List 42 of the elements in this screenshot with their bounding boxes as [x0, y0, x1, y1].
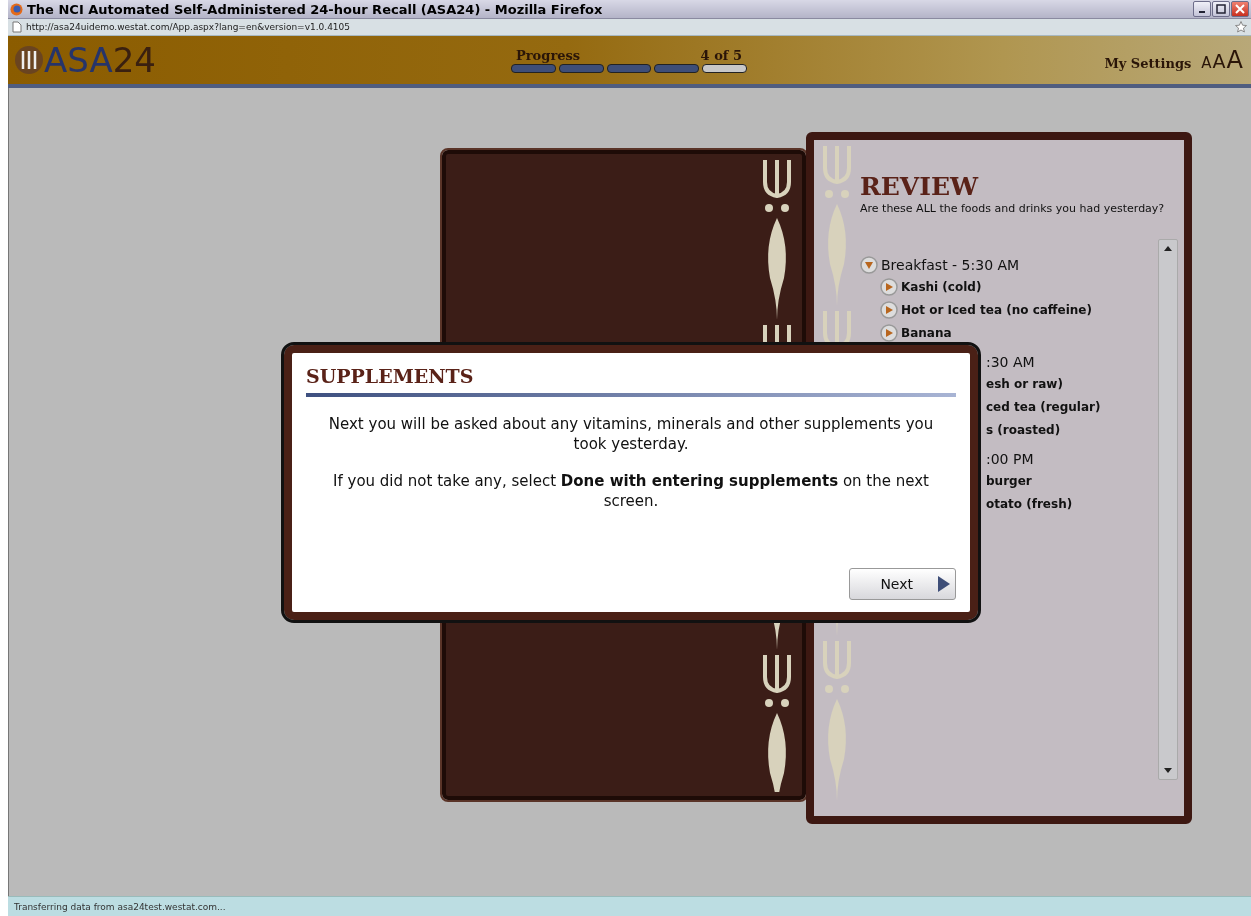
scroll-down-icon[interactable] [1164, 768, 1172, 773]
close-icon [1235, 4, 1245, 14]
logo-text: ASA [44, 43, 113, 77]
food-item[interactable]: Banana [901, 325, 952, 340]
page-icon [12, 21, 22, 33]
food-item[interactable]: ced tea (regular) [986, 399, 1101, 414]
maximize-button[interactable] [1212, 1, 1230, 17]
cutlery-plate-icon [14, 45, 44, 75]
food-item[interactable]: Hot or Iced tea (no caffeine) [901, 302, 1092, 317]
window-title: The NCI Automated Self-Administered 24-hour Recall (ASA24) - Mozilla Firefox [27, 1, 604, 17]
food-item[interactable]: burger [986, 473, 1032, 488]
minimize-icon [1199, 11, 1205, 13]
expand-caret-icon[interactable] [860, 256, 878, 274]
meal-heading[interactable]: Breakfast - 5:30 AM [881, 257, 1020, 273]
bookmark-star-icon[interactable] [1235, 21, 1247, 33]
progress-label: Progress [516, 47, 581, 63]
meal-heading[interactable]: :00 PM [986, 451, 1034, 467]
right-triangle-icon [937, 575, 951, 593]
logo-number: 24 [112, 43, 156, 77]
food-item[interactable]: Kashi (cold) [901, 279, 982, 294]
text-size-button[interactable]: A [1226, 46, 1243, 74]
review-heading: REVIEW [860, 174, 980, 199]
maximize-icon [1216, 4, 1226, 14]
next-button[interactable]: Next [849, 568, 956, 600]
dialog-title: SUPPLEMENTS [306, 365, 475, 387]
review-question: Are these ALL the foods and drinks you had yesterday? [860, 202, 1166, 215]
dialog-message: Next you will be asked about any vitamins, minerals and other supplements you took yesterday. [327, 415, 935, 454]
text-size-button[interactable]: A [1212, 50, 1226, 72]
scrollbar[interactable] [1158, 239, 1178, 780]
food-item[interactable]: s (roasted) [986, 422, 1061, 437]
progress-count: 4 of 5 [700, 47, 742, 63]
minimize-button[interactable] [1193, 1, 1211, 17]
browser-logo-icon [10, 2, 23, 16]
my-settings-link[interactable]: My Settings [1104, 56, 1192, 71]
scroll-up-icon[interactable] [1164, 246, 1172, 251]
text-size-button[interactable]: A [1201, 54, 1212, 72]
status-text: Transferring data from asa24test.westat.com... [14, 901, 226, 912]
dialog-message: If you did not take any, select Done with entering supplements on the next screen. [332, 472, 930, 511]
food-item[interactable]: esh or raw) [986, 376, 1063, 391]
close-button[interactable] [1231, 1, 1249, 17]
meal-heading[interactable]: :30 AM [986, 354, 1035, 370]
food-item[interactable]: otato (fresh) [986, 496, 1073, 511]
